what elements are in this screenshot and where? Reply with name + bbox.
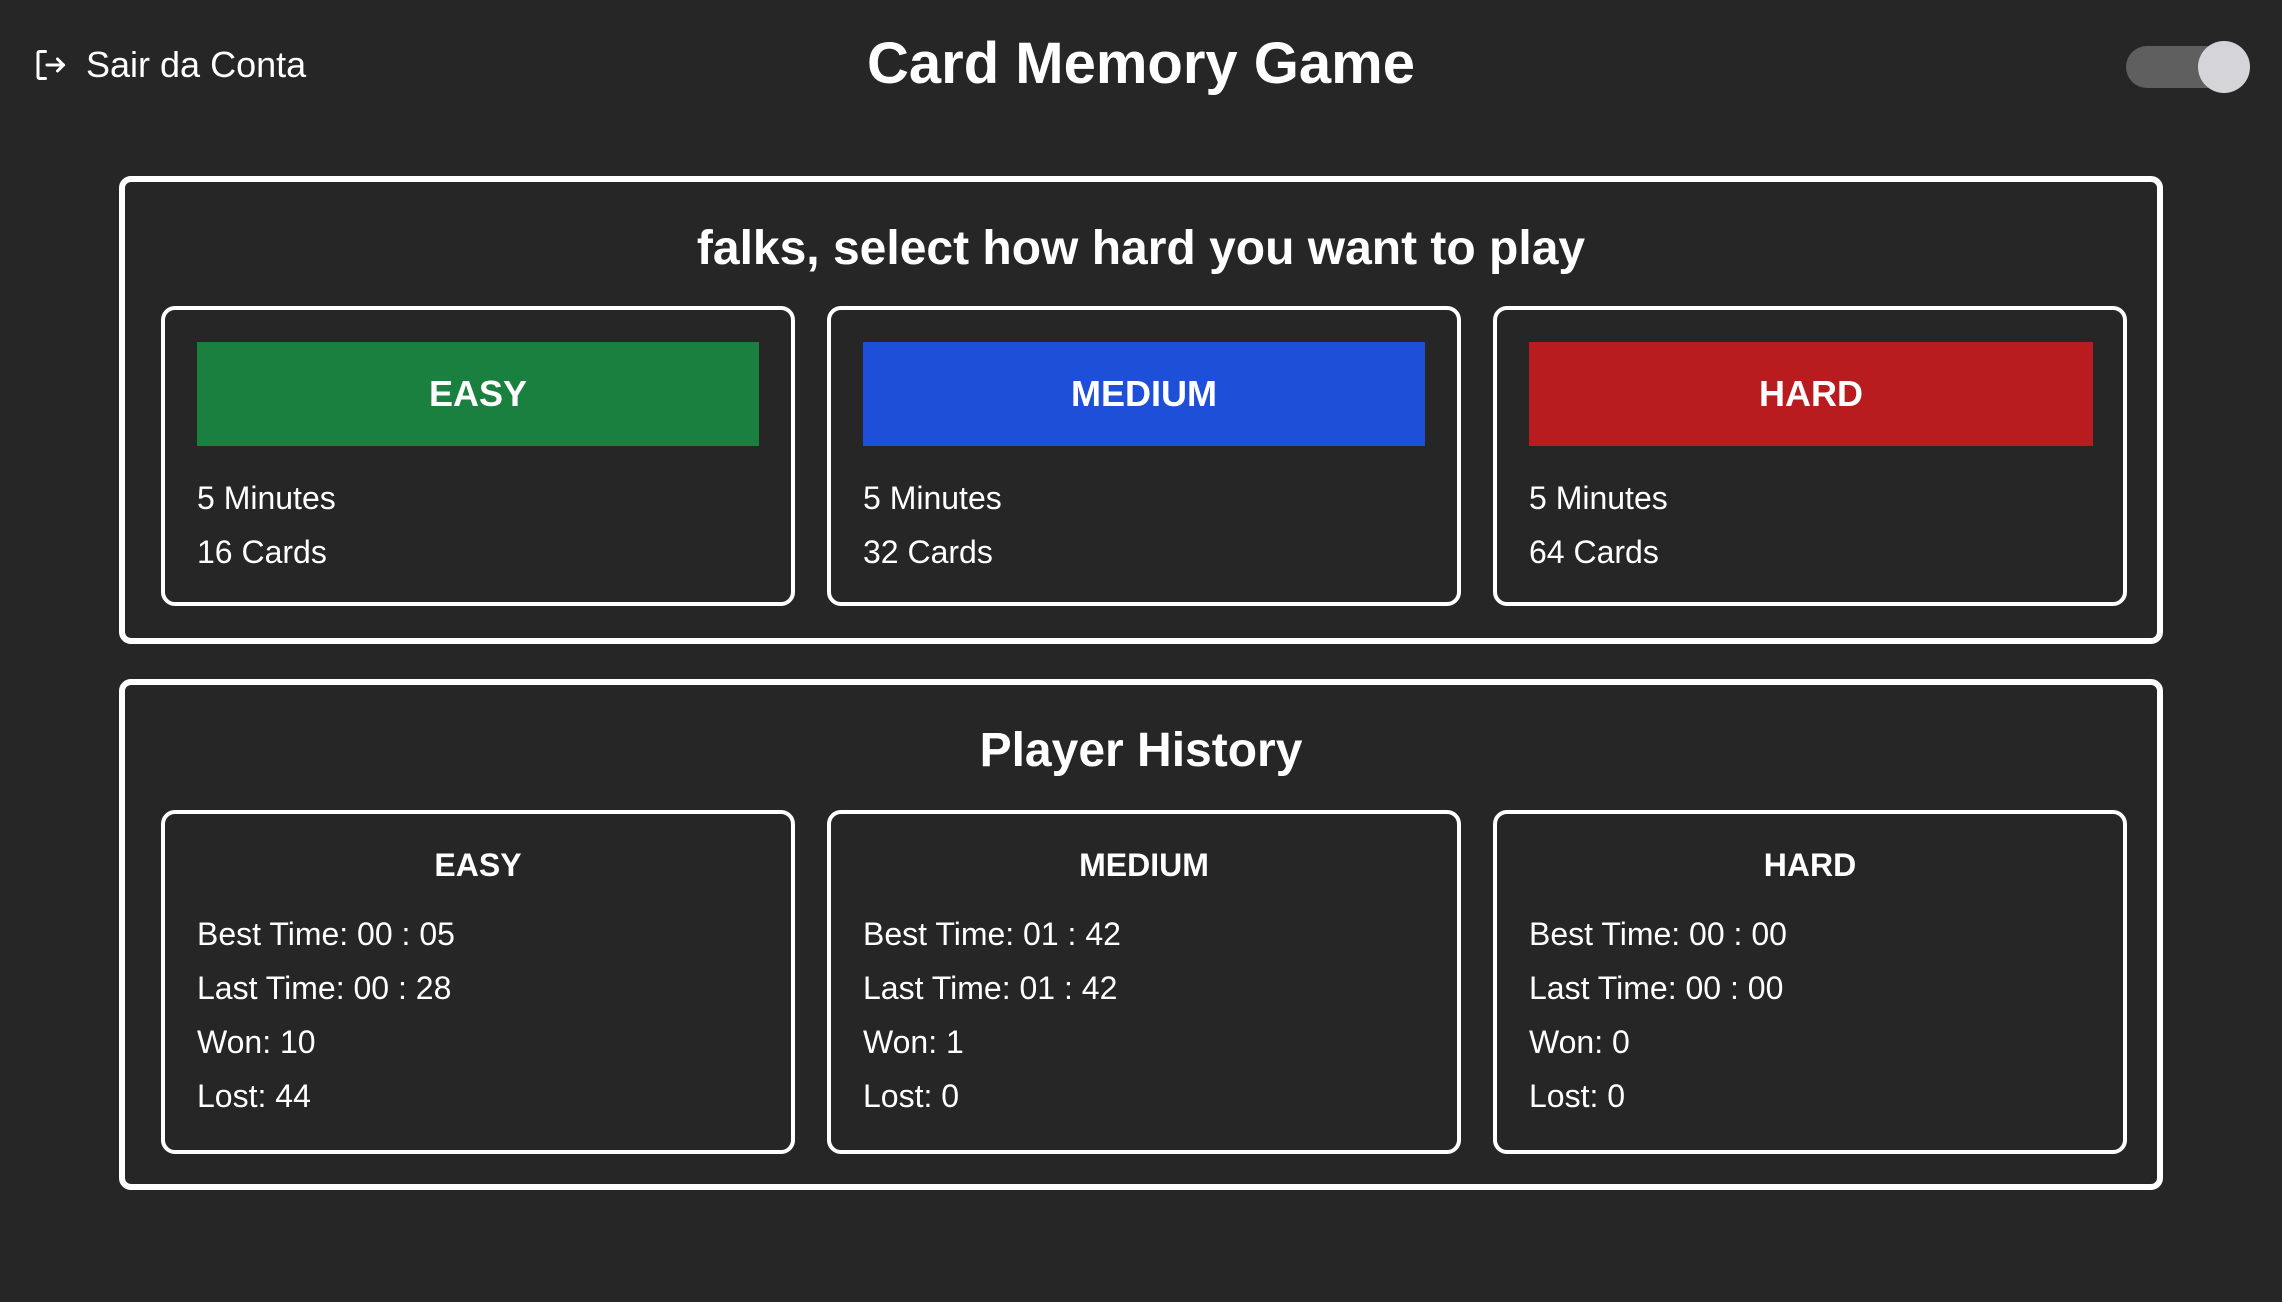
history-hard-last-time: Last Time: 00 : 00 bbox=[1529, 970, 1784, 1006]
history-easy-last-time: Last Time: 00 : 28 bbox=[197, 970, 452, 1006]
difficulty-card-easy: EASY 5 Minutes 16 Cards bbox=[161, 306, 795, 606]
difficulty-card-medium: MEDIUM 5 Minutes 32 Cards bbox=[827, 306, 1461, 606]
theme-toggle-knob bbox=[2198, 41, 2250, 93]
history-easy-lost: Lost: 44 bbox=[197, 1078, 311, 1114]
history-medium-heading: MEDIUM bbox=[1079, 847, 1209, 883]
medium-time: 5 Minutes bbox=[863, 480, 1002, 516]
easy-button[interactable]: EASY bbox=[197, 342, 759, 446]
history-hard-lost: Lost: 0 bbox=[1529, 1078, 1626, 1114]
history-hard-heading: HARD bbox=[1763, 847, 1857, 883]
history-panel: Player History EASY Best Time: 00 : 05 L… bbox=[119, 679, 2163, 1190]
medium-button[interactable]: MEDIUM bbox=[863, 342, 1425, 446]
easy-cards: 16 Cards bbox=[197, 534, 327, 570]
hard-time: 5 Minutes bbox=[1529, 480, 1668, 516]
header: Sair da Conta Card Memory Game bbox=[0, 0, 2282, 136]
history-easy-best-time: Best Time: 00 : 05 bbox=[197, 916, 455, 952]
difficulty-title: falks, select how hard you want to play bbox=[696, 222, 1586, 275]
history-title: Player History bbox=[979, 724, 1303, 777]
medium-cards: 32 Cards bbox=[863, 534, 993, 570]
page-title: Card Memory Game bbox=[867, 31, 1415, 96]
history-medium-won: Won: 1 bbox=[863, 1024, 964, 1060]
theme-toggle[interactable] bbox=[2126, 41, 2250, 93]
history-card-easy: EASY Best Time: 00 : 05 Last Time: 00 : … bbox=[161, 810, 795, 1154]
hard-button[interactable]: HARD bbox=[1529, 342, 2093, 446]
history-medium-lost: Lost: 0 bbox=[863, 1078, 960, 1114]
history-easy-heading: EASY bbox=[434, 847, 522, 883]
easy-time: 5 Minutes bbox=[197, 480, 336, 516]
history-card-hard: HARD Best Time: 00 : 00 Last Time: 00 : … bbox=[1493, 810, 2127, 1154]
difficulty-panel: falks, select how hard you want to play … bbox=[119, 176, 2163, 644]
hard-cards: 64 Cards bbox=[1529, 534, 1659, 570]
history-hard-won: Won: 0 bbox=[1529, 1024, 1630, 1060]
history-medium-last-time: Last Time: 01 : 42 bbox=[863, 970, 1118, 1006]
history-medium-best-time: Best Time: 01 : 42 bbox=[863, 916, 1121, 952]
difficulty-card-hard: HARD 5 Minutes 64 Cards bbox=[1493, 306, 2127, 606]
history-hard-best-time: Best Time: 00 : 00 bbox=[1529, 916, 1787, 952]
history-card-medium: MEDIUM Best Time: 01 : 42 Last Time: 01 … bbox=[827, 810, 1461, 1154]
history-easy-won: Won: 10 bbox=[197, 1024, 316, 1060]
